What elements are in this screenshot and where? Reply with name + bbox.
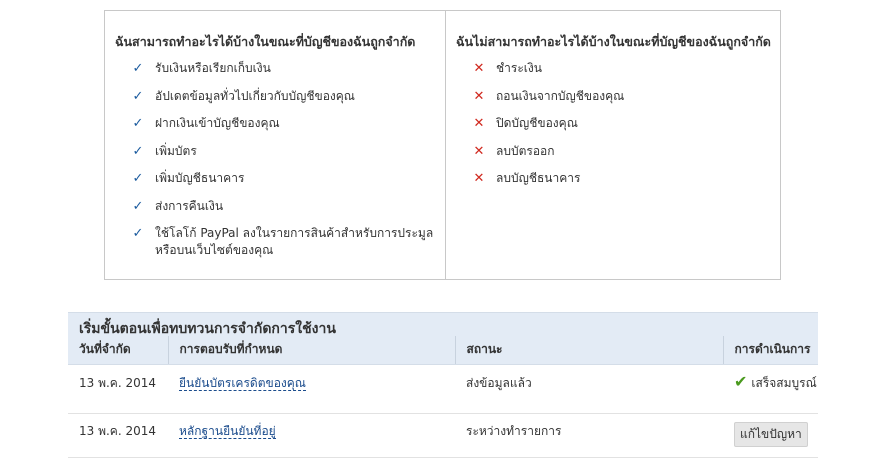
completed-check-icon: ✔ (734, 371, 748, 391)
checkmark-icon: ✓ (132, 61, 144, 76)
action-cell: ✔ เสร็จสมบูรณ์ (723, 364, 818, 414)
can-do-item: ✓ รับเงินหรือเรียกเก็บเงิน (115, 60, 445, 88)
can-do-item: ✓ ฝากเงินเข้าบัญชีของคุณ (115, 115, 445, 143)
action-cell: แก้ไขปัญหา (723, 413, 818, 458)
can-do-item-label: เพิ่มบัญชีธนาคาร (155, 171, 245, 185)
column-header-required-response: การตอบรับที่กำหนด (168, 336, 456, 365)
required-response-cell: หลักฐานยืนยันที่อยู่ (168, 413, 455, 458)
status-cell: ระหว่างทำรายการ (455, 413, 723, 458)
review-steps-table: วันที่จำกัด การตอบรับที่กำหนด สถานะ การด… (68, 336, 818, 458)
cannot-do-item-label: ถอนเงินจากบัญชีของคุณ (496, 88, 625, 103)
cannot-do-item-label: ชำระเงิน (496, 61, 542, 75)
limit-date-cell: 13 พ.ค. 2014 (68, 364, 168, 414)
can-do-item-label: ฝากเงินเข้าบัญชีของคุณ (155, 116, 280, 130)
checkmark-icon: ✓ (132, 143, 144, 159)
table-row: 13 พ.ค. 2014 ยืนยันบัตรเครดิตของคุณ ส่งข… (68, 364, 818, 414)
cross-icon: ✕ (473, 143, 485, 159)
can-do-item-label: ใช้โลโก้ PayPal ลงในรายการสินค้าสำหรับกา… (155, 226, 434, 257)
cannot-do-item: ✕ ลบบัญชีธนาคาร (456, 170, 786, 198)
resolve-button[interactable]: แก้ไขปัญหา (734, 421, 808, 447)
can-do-item-label: ส่งการคืนเงิน (155, 198, 224, 213)
can-do-item: ✓ อัปเดตข้อมูลทั่วไปเกี่ยวกับบัญชีของคุณ (115, 88, 445, 116)
can-do-column: ฉันสามารถทำอะไรได้บ้างในขณะที่บัญชีของฉั… (105, 11, 446, 279)
cross-icon: ✕ (473, 116, 485, 131)
cross-icon: ✕ (473, 171, 485, 186)
completed-label: เสร็จสมบูรณ์ (751, 375, 817, 390)
can-do-item: ✓ ส่งการคืนเงิน (115, 198, 445, 226)
can-do-item-label: อัปเดตข้อมูลทั่วไปเกี่ยวกับบัญชีของคุณ (155, 88, 355, 103)
column-header-date: วันที่จำกัด (68, 336, 169, 365)
can-do-item: ✓ ใช้โลโก้ PayPal ลงในรายการสินค้าสำหรับก… (115, 225, 445, 259)
completed-status: ✔ เสร็จสมบูรณ์ (734, 371, 818, 393)
cannot-do-item: ✕ ลบบัตรออก (456, 143, 786, 171)
limit-date-cell: 13 พ.ค. 2014 (68, 413, 168, 458)
checkmark-icon: ✓ (132, 198, 144, 214)
cannot-do-item: ✕ ปิดบัญชีของคุณ (456, 115, 786, 143)
confirm-credit-card-link[interactable]: ยืนยันบัตรเครดิตของคุณ (179, 375, 306, 391)
review-limitation-section: เริ่มขั้นตอนเพื่อทบทวนการจำกัดการใช้งาน … (68, 312, 818, 458)
column-header-action: การดำเนินการ (723, 336, 818, 365)
can-do-list: ✓ รับเงินหรือเรียกเก็บเงิน ✓ อัปเดตข้อมูลท… (115, 60, 445, 259)
column-header-status: สถานะ (455, 336, 724, 365)
checkmark-icon: ✓ (132, 171, 144, 186)
cannot-do-item: ✕ ชำระเงิน (456, 60, 786, 88)
proof-of-address-link[interactable]: หลักฐานยืนยันที่อยู่ (179, 423, 276, 439)
checkmark-icon: ✓ (132, 88, 144, 104)
cannot-do-item-label: ลบบัญชีธนาคาร (496, 171, 581, 185)
checkmark-icon: ✓ (132, 116, 144, 131)
cannot-do-item-label: ปิดบัญชีของคุณ (496, 116, 578, 130)
cannot-do-item: ✕ ถอนเงินจากบัญชีของคุณ (456, 88, 786, 116)
restriction-comparison-box: ฉันสามารถทำอะไรได้บ้างในขณะที่บัญชีของฉั… (104, 10, 781, 280)
cannot-do-title: ฉันไม่สามารถทำอะไรได้บ้างในขณะที่บัญชีขอ… (456, 34, 771, 49)
required-response-cell: ยืนยันบัตรเครดิตของคุณ (168, 364, 455, 414)
cross-icon: ✕ (473, 61, 485, 76)
cannot-do-item-label: ลบบัตรออก (496, 143, 555, 158)
cross-icon: ✕ (473, 88, 485, 104)
checkmark-icon: ✓ (132, 226, 144, 241)
table-header-row: วันที่จำกัด การตอบรับที่กำหนด สถานะ การด… (68, 336, 818, 365)
can-do-item: ✓ เพิ่มบัญชีธนาคาร (115, 170, 445, 198)
review-section-title: เริ่มขั้นตอนเพื่อทบทวนการจำกัดการใช้งาน (68, 312, 818, 336)
cannot-do-list: ✕ ชำระเงิน ✕ ถอนเงินจากบัญชีของคุณ ✕ ปิดบัญ… (456, 60, 786, 198)
can-do-item: ✓ เพิ่มบัตร (115, 143, 445, 171)
can-do-item-label: รับเงินหรือเรียกเก็บเงิน (155, 61, 271, 75)
can-do-title: ฉันสามารถทำอะไรได้บ้างในขณะที่บัญชีของฉั… (115, 34, 416, 49)
cannot-do-column: ฉันไม่สามารถทำอะไรได้บ้างในขณะที่บัญชีขอ… (446, 11, 786, 279)
table-row: 13 พ.ค. 2014 หลักฐานยืนยันที่อยู่ ระหว่า… (68, 413, 818, 458)
can-do-item-label: เพิ่มบัตร (155, 143, 197, 158)
status-cell: ส่งข้อมูลแล้ว (455, 364, 723, 414)
